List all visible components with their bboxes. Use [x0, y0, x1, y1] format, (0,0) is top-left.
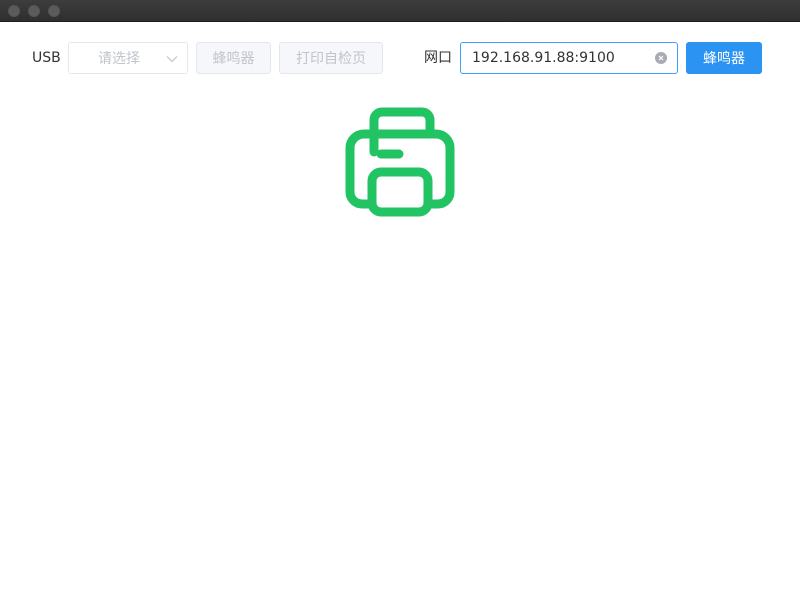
printer-icon	[345, 107, 455, 217]
chevron-down-icon	[166, 56, 178, 63]
usb-device-select[interactable]: 请选择	[68, 42, 188, 74]
minimize-window-button[interactable]	[28, 5, 40, 17]
usb-buzzer-button[interactable]: 蜂鸣器	[196, 42, 271, 74]
network-buzzer-button[interactable]: 蜂鸣器	[686, 42, 762, 74]
network-address-field[interactable]	[460, 42, 678, 74]
print-self-test-button[interactable]: 打印自检页	[279, 42, 383, 74]
close-window-button[interactable]	[8, 5, 20, 17]
network-label: 网口	[424, 50, 452, 66]
usb-label: USB	[32, 50, 61, 66]
maximize-window-button[interactable]	[48, 5, 60, 17]
app-window: USB 请选择 蜂鸣器 打印自检页 网口 蜂鸣器	[0, 0, 800, 600]
network-address-input[interactable]	[461, 43, 651, 73]
title-bar[interactable]	[0, 0, 800, 22]
usb-select-placeholder: 请选择	[98, 51, 140, 67]
clear-icon[interactable]	[655, 52, 667, 64]
